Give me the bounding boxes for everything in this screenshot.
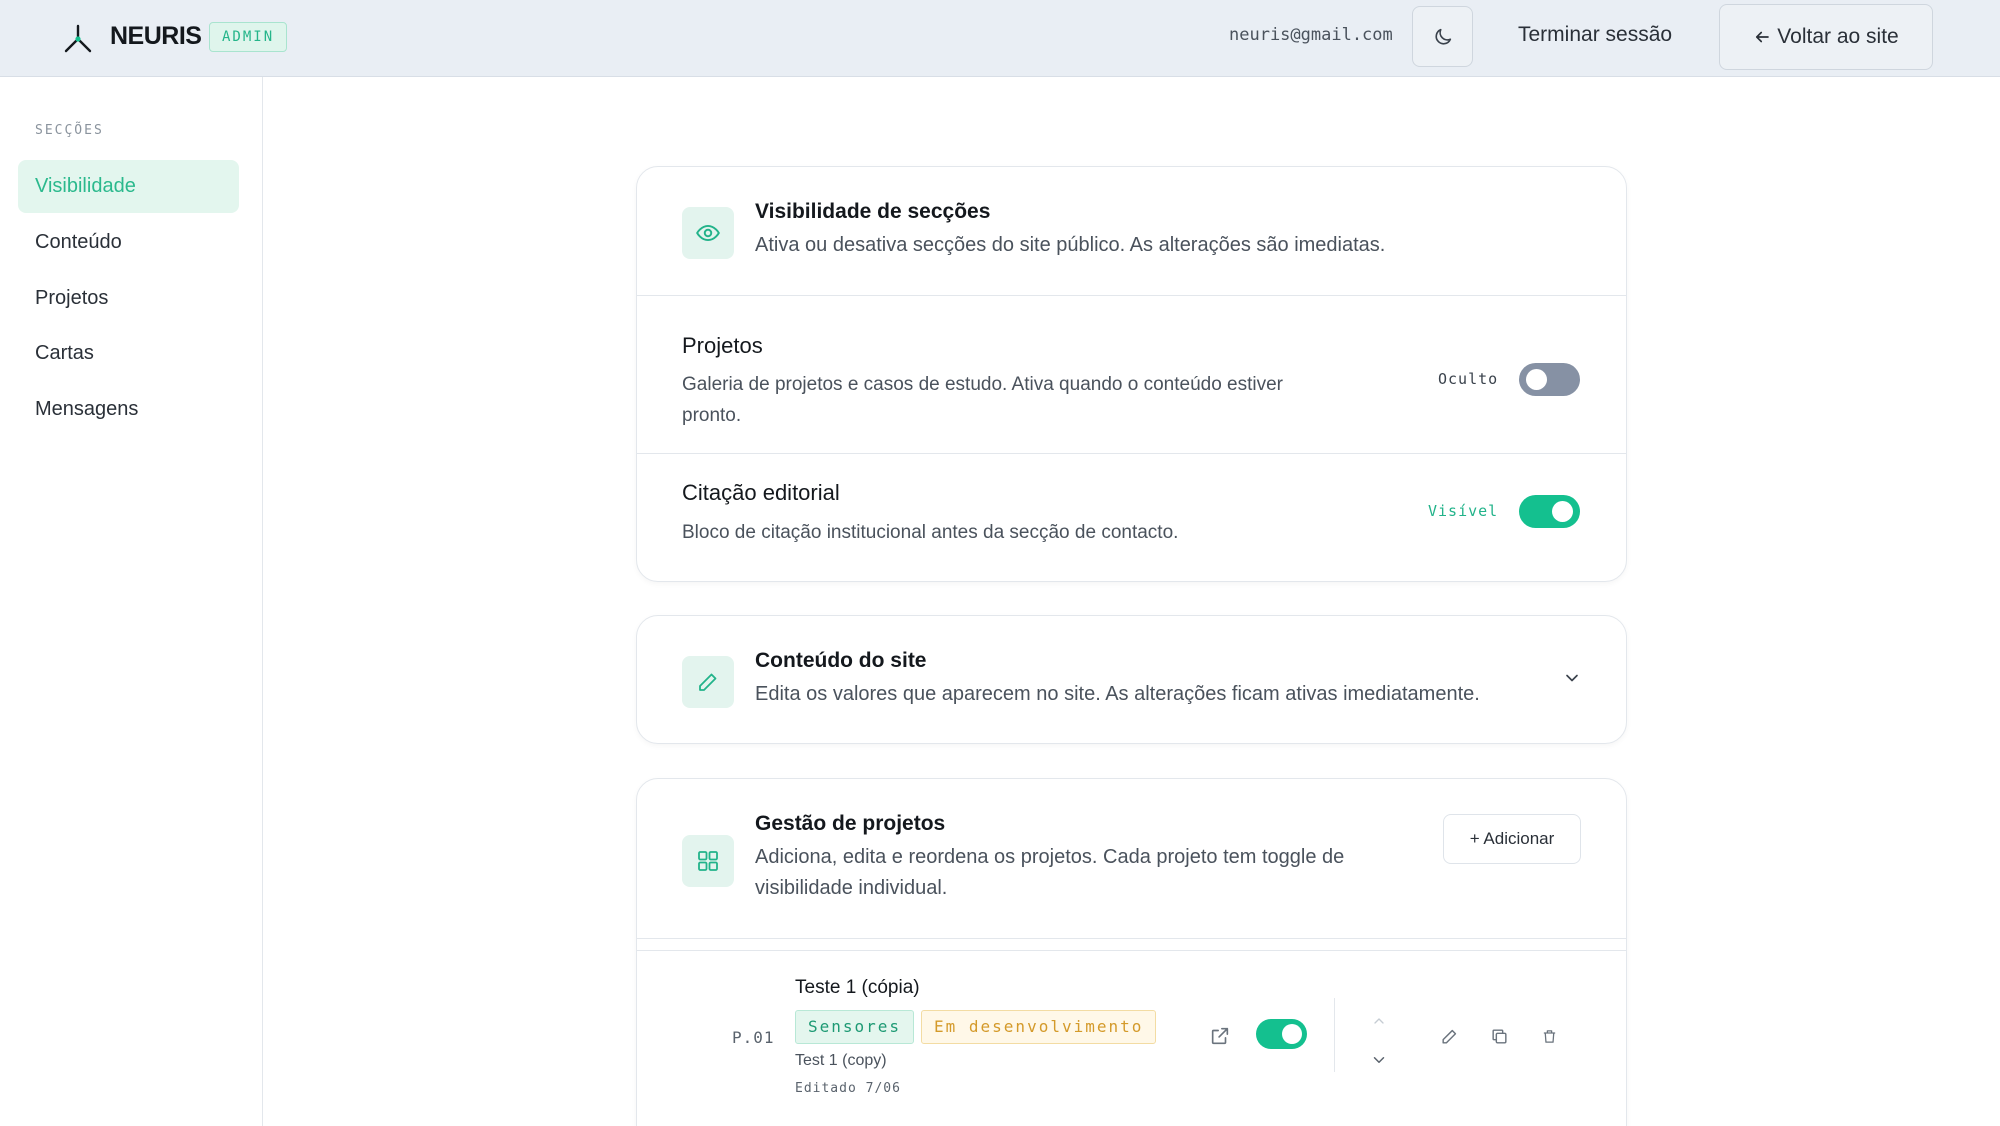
content-description: Edita os valores que aparecem no site. A… xyxy=(755,683,1480,705)
neuris-logo-icon[interactable] xyxy=(62,22,94,54)
content-icon-tile xyxy=(682,656,734,708)
trash-icon xyxy=(1543,1029,1555,1043)
brand-name[interactable]: NEURIS xyxy=(110,22,202,51)
chevron-down-icon xyxy=(1373,1057,1385,1063)
project-subtitle: Test 1 (copy) xyxy=(795,1052,887,1069)
visibility-description: Ativa ou desativa secções do site públic… xyxy=(755,234,1386,256)
visibility-row-description-cont: pronto. xyxy=(682,405,742,426)
visibility-row-title: Projetos xyxy=(682,333,763,358)
sidebar-item-conteudo[interactable]: Conteúdo xyxy=(18,216,239,269)
chevron-up-icon xyxy=(1374,1018,1384,1024)
eye-icon xyxy=(696,224,720,242)
external-link-icon xyxy=(1211,1027,1229,1045)
visibility-title: Visibilidade de secções xyxy=(755,200,991,223)
content-title: Conteúdo do site xyxy=(755,649,927,672)
move-down-button[interactable] xyxy=(1364,1045,1394,1075)
back-to-site-button[interactable]: Voltar ao site xyxy=(1719,4,1933,70)
arrow-left-icon xyxy=(1756,31,1770,43)
duplicate-project-button[interactable] xyxy=(1484,1021,1514,1051)
projects-description: Adiciona, edita e reordena os projetos. … xyxy=(755,846,1345,868)
divider xyxy=(637,453,1626,454)
visibility-icon-tile xyxy=(682,207,734,259)
toggle-knob xyxy=(1282,1024,1302,1044)
sidebar: SECÇÕES Visibilidade Conteúdo Projetos C… xyxy=(0,77,263,1126)
user-email: neuris@gmail.com xyxy=(1229,25,1393,45)
projects-description-cont: visibilidade individual. xyxy=(755,877,948,899)
pencil-icon xyxy=(699,673,717,691)
projetos-visibility-toggle[interactable] xyxy=(1519,363,1580,396)
citacao-visibility-toggle[interactable] xyxy=(1519,495,1580,528)
divider xyxy=(637,295,1626,296)
sidebar-item-mensagens[interactable]: Mensagens xyxy=(18,383,239,436)
toggle-knob xyxy=(1552,501,1573,522)
delete-project-button[interactable] xyxy=(1534,1021,1564,1051)
project-number: P.01 xyxy=(732,1028,775,1047)
divider xyxy=(637,938,1626,939)
chevron-down-icon[interactable] xyxy=(1562,668,1582,688)
edit-project-button[interactable] xyxy=(1434,1021,1464,1051)
add-project-button[interactable]: + Adicionar xyxy=(1443,814,1581,864)
project-status-tag: Em desenvolvimento xyxy=(921,1010,1157,1044)
content-card[interactable]: Conteúdo do site Edita os valores que ap… xyxy=(636,615,1627,744)
admin-badge: ADMIN xyxy=(209,22,288,52)
sidebar-item-cartas[interactable]: Cartas xyxy=(18,327,239,380)
theme-toggle-button[interactable] xyxy=(1412,6,1473,67)
projects-title: Gestão de projetos xyxy=(755,812,946,835)
visibility-row-description: Galeria de projetos e casos de estudo. A… xyxy=(682,374,1284,395)
pencil-icon xyxy=(1441,1029,1456,1044)
move-up-button[interactable] xyxy=(1364,1006,1394,1036)
project-visibility-toggle[interactable] xyxy=(1256,1019,1307,1049)
open-external-button[interactable] xyxy=(1205,1021,1235,1051)
project-category-tag: Sensores xyxy=(795,1010,915,1044)
sidebar-heading: SECÇÕES xyxy=(35,123,104,138)
divider xyxy=(637,950,1626,951)
project-title: Teste 1 (cópia) xyxy=(795,977,920,998)
projects-icon-tile xyxy=(682,835,734,887)
copy-icon xyxy=(1491,1028,1507,1044)
logout-link[interactable]: Terminar sessão xyxy=(1518,23,1672,47)
projects-card: Gestão de projetos Adiciona, edita e reo… xyxy=(636,778,1627,1126)
back-to-site-label: Voltar ao site xyxy=(1777,25,1899,48)
visibility-card: Visibilidade de secções Ativa ou desativ… xyxy=(636,166,1627,582)
grid-icon xyxy=(698,851,718,871)
sidebar-item-visibilidade[interactable]: Visibilidade xyxy=(18,160,239,213)
state-label-visible: Visível xyxy=(1428,502,1499,520)
toggle-knob xyxy=(1526,369,1547,390)
visibility-row-title: Citação editorial xyxy=(682,480,840,505)
sidebar-item-projetos[interactable]: Projetos xyxy=(18,272,239,325)
project-edited-date: Editado 7/06 xyxy=(795,1081,901,1096)
state-label-hidden: Oculto xyxy=(1438,370,1499,388)
divider xyxy=(1334,998,1335,1072)
visibility-row-description: Bloco de citação institucional antes da … xyxy=(682,522,1179,543)
top-bar: NEURIS ADMIN neuris@gmail.com Terminar s… xyxy=(0,0,2000,77)
moon-icon xyxy=(1434,28,1451,45)
